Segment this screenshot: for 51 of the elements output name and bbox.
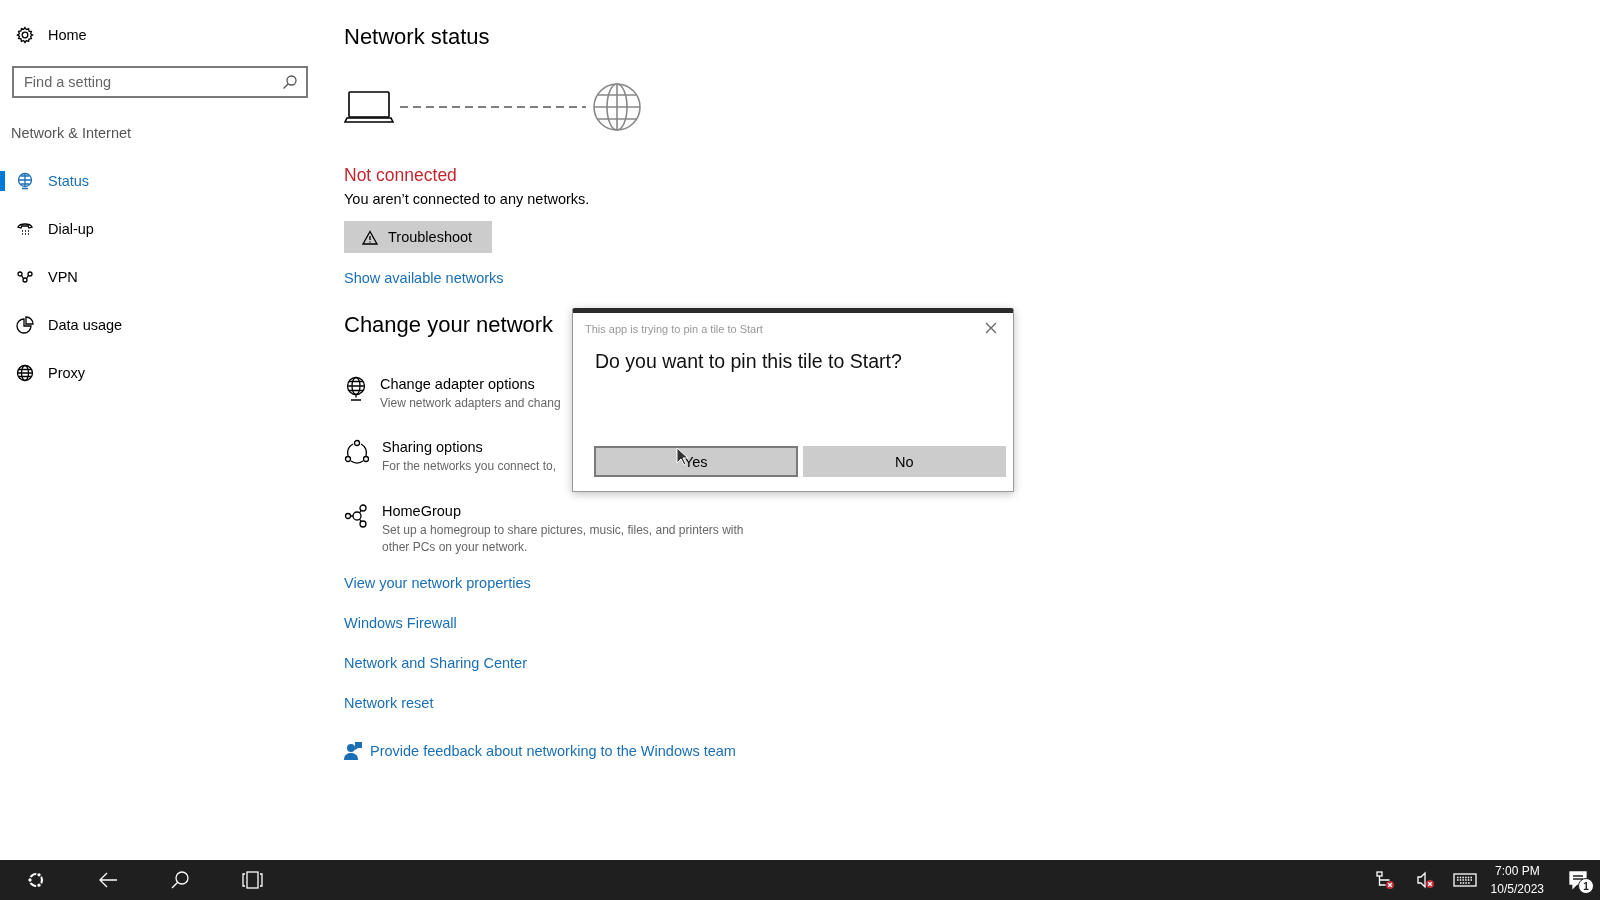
close-icon[interactable] [985, 322, 997, 334]
warning-icon [362, 229, 378, 245]
monitor-globe-icon [344, 376, 368, 402]
settings-link[interactable]: Network and Sharing Center [344, 654, 527, 671]
feedback-link[interactable]: Provide feedback about networking to the Windows team [370, 742, 736, 759]
dialog-caption: This app is trying to pin a tile to Start [585, 323, 764, 335]
sidebar-item[interactable]: Proxy [0, 349, 330, 397]
search-icon [282, 74, 298, 90]
option-title[interactable]: Sharing options [382, 439, 557, 456]
person-feedback-icon [344, 741, 362, 760]
sidebar-item[interactable]: Status [0, 157, 330, 205]
search-field[interactable]: Find a setting [12, 66, 308, 98]
status-message: You aren’t connected to any networks. [344, 191, 591, 207]
homegroup-icon [344, 502, 370, 529]
home-link[interactable]: Home [0, 0, 330, 44]
settings-icon [16, 26, 34, 44]
option-description: Set up a homegroup to share pictures, music, files, and printers with other PCs on your network. [382, 521, 745, 557]
dialog-question: Do you want to pin this tile to Start? [595, 350, 903, 373]
section-heading: Change your network [344, 312, 554, 338]
notifications-button[interactable]: 1 [1556, 860, 1600, 900]
clock[interactable]: 7:00 PM 10/5/2023 [1484, 862, 1556, 898]
settings-link[interactable]: View your network properties [344, 574, 531, 591]
settings-link[interactable]: Windows Firewall [344, 614, 457, 631]
settings-link[interactable]: Network reset [344, 694, 434, 711]
globe-icon [16, 364, 34, 382]
sidebar-item[interactable]: VPN [0, 253, 330, 301]
network-error-icon [1373, 869, 1396, 891]
sidebar-item[interactable]: Dial-up [0, 205, 330, 253]
task-view-icon [241, 869, 263, 891]
search-icon [169, 869, 191, 891]
option-description: For the networks you connect to, [382, 458, 557, 476]
sharing-icon [344, 439, 370, 466]
laptop-icon [344, 88, 394, 126]
notification-count: 1 [1578, 878, 1594, 894]
dialog-button[interactable]: Yes [594, 446, 798, 477]
monitor-globe-icon [16, 172, 34, 190]
phone-icon [16, 220, 34, 238]
option-description: View network adapters and chang [380, 395, 561, 412]
show-networks-link[interactable]: Show available networks [344, 270, 504, 286]
vpn-icon [16, 268, 34, 286]
pie-chart-icon [16, 316, 34, 334]
selection-indicator [0, 171, 5, 191]
dialog-button[interactable]: No [802, 446, 1006, 477]
troubleshoot-button[interactable]: Troubleshoot [344, 221, 493, 253]
status-text: Not connected [344, 165, 458, 186]
page-title: Network status [344, 24, 491, 50]
section-heading: Network & Internet [11, 125, 133, 141]
sidebar-item[interactable]: Data usage [0, 301, 330, 349]
globe-icon [592, 82, 642, 132]
option-title[interactable]: HomeGroup [382, 502, 757, 519]
option-title[interactable]: Change adapter options [380, 376, 561, 392]
